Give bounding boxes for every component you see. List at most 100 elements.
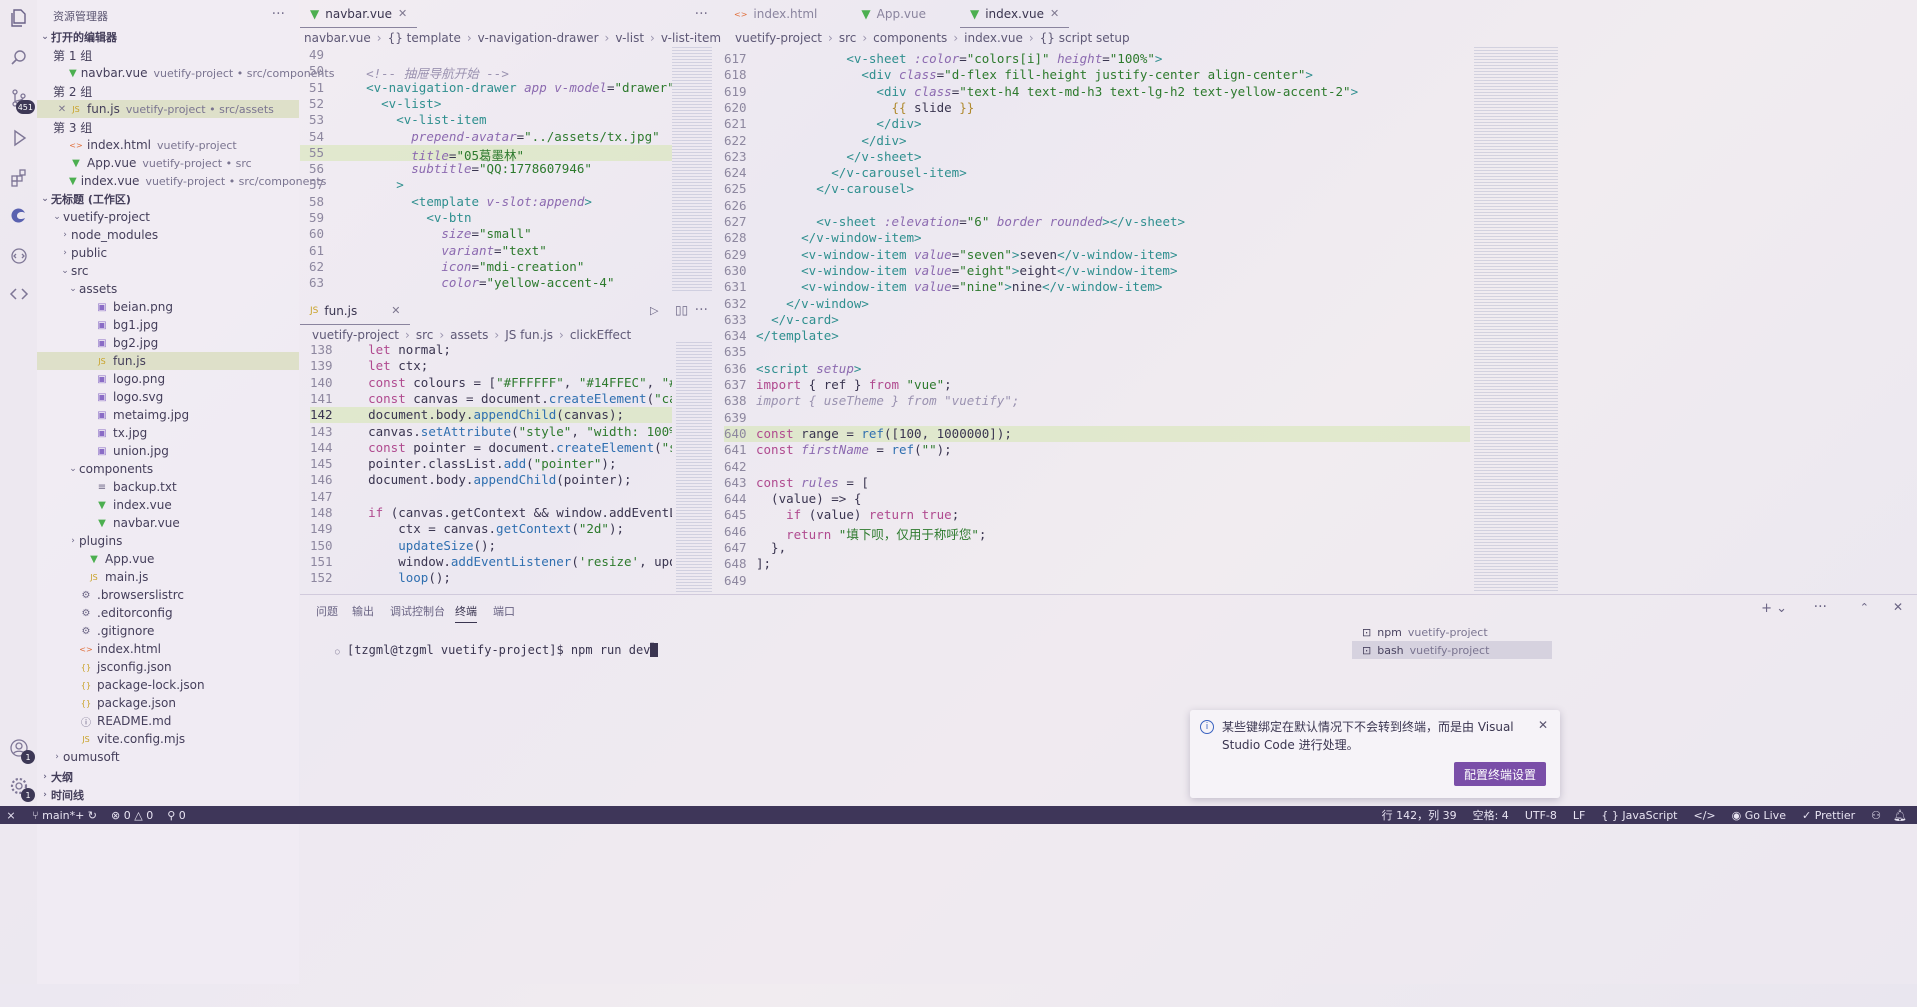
breadcrumb-item[interactable]: {} template — [388, 31, 461, 45]
workspace-section[interactable]: ⌄ 无标题 (工作区) — [37, 190, 299, 208]
tree-item[interactable]: ▼ App.vue — [37, 550, 299, 568]
tree-item[interactable]: ▣ logo.svg — [37, 388, 299, 406]
panel-tab[interactable]: 端口 — [493, 603, 515, 619]
tab-app-vue[interactable]: ▼ App.vue — [851, 0, 936, 28]
outline-section[interactable]: › 大纲 — [37, 768, 299, 786]
more-actions-icon[interactable]: ··· — [1814, 599, 1827, 615]
tab-fun-js[interactable]: JS fun.js ✕ — [300, 297, 411, 325]
editor-group-label[interactable]: 第 3 组 — [37, 118, 299, 136]
remote-explorer-icon[interactable] — [9, 246, 29, 266]
gear-icon[interactable]: 1 — [9, 776, 35, 802]
open-editor-item[interactable]: ▼ navbar.vue vuetify-project • src/compone… — [37, 64, 334, 82]
breadcrumb-item[interactable]: assets — [450, 328, 488, 342]
tree-item[interactable]: ▣ bg2.jpg — [37, 334, 299, 352]
tree-item[interactable]: ▼ index.vue — [37, 496, 299, 514]
tree-item[interactable]: ▼ navbar.vue — [37, 514, 299, 532]
panel-tab[interactable]: 终端 — [455, 603, 477, 623]
tree-item[interactable]: ⚙ .gitignore — [37, 622, 299, 640]
breadcrumb-item[interactable]: components — [873, 31, 947, 45]
cursor-position[interactable]: 行 142，列 39 — [1382, 807, 1457, 823]
tree-item[interactable]: ⌄ assets — [37, 280, 299, 298]
indentation[interactable]: 空格: 4 — [1473, 807, 1509, 823]
tree-item[interactable]: {} package.json — [37, 694, 299, 712]
code-icon[interactable] — [9, 284, 29, 304]
tree-item[interactable]: ≡ backup.txt — [37, 478, 299, 496]
breadcrumb-item[interactable]: navbar.vue — [304, 31, 371, 45]
close-icon[interactable]: ✕ — [1050, 7, 1059, 20]
ports-status[interactable]: ⚲ 0 — [167, 809, 186, 822]
tree-item[interactable]: {} package-lock.json — [37, 676, 299, 694]
open-editor-item[interactable]: ▼ App.vue vuetify-project • src — [37, 154, 299, 172]
minimap[interactable] — [672, 47, 712, 292]
branch-status[interactable]: ⑂ main*+ ↻ — [32, 809, 97, 822]
tree-item[interactable]: ⚙ .browserslistrc — [37, 586, 299, 604]
remote-icon[interactable]: ⨯ — [0, 809, 22, 822]
breadcrumb-item[interactable]: v-list-item — [661, 31, 721, 45]
prettier-button[interactable]: ✓ Prettier — [1802, 809, 1855, 822]
breadcrumb-item[interactable]: vuetify-project — [735, 31, 822, 45]
terminal-instance[interactable]: ⊡ npm vuetify-project — [1352, 623, 1552, 641]
panel-tab[interactable]: 问题 — [316, 603, 338, 619]
editor-group-label[interactable]: 第 2 组 — [37, 82, 299, 100]
more-actions-icon[interactable]: ··· — [272, 6, 285, 22]
breadcrumb-item[interactable]: src — [416, 328, 434, 342]
panel-tab[interactable]: 输出 — [352, 603, 374, 619]
panel-tab[interactable]: 调试控制台 — [390, 603, 445, 619]
open-editor-item[interactable]: ✕ JS fun.js vuetify-project • src/assets — [37, 100, 299, 118]
line-ending[interactable]: LF — [1573, 809, 1585, 822]
close-panel-icon[interactable]: ✕ — [1893, 600, 1903, 614]
breadcrumb-item[interactable]: index.vue — [964, 31, 1023, 45]
tree-item[interactable]: JS fun.js — [37, 352, 299, 370]
breadcrumb-item[interactable]: v-navigation-drawer — [478, 31, 599, 45]
tab-navbar-vue[interactable]: ▼ navbar.vue ✕ — [300, 0, 418, 28]
code-icon[interactable]: </> — [1694, 809, 1716, 822]
notifications-bell-icon[interactable]: 🔔︎ — [1893, 809, 1907, 822]
extensions-icon[interactable] — [9, 168, 29, 188]
close-icon[interactable]: ✕ — [1538, 718, 1548, 732]
breadcrumb-item[interactable]: clickEffect — [570, 328, 631, 342]
tree-item[interactable]: ▣ metaimg.jpg — [37, 406, 299, 424]
copilot-icon[interactable]: ⚇ — [1871, 809, 1881, 822]
open-editor-item[interactable]: ▼ index.vue vuetify-project • src/componen… — [37, 172, 326, 190]
source-control-icon[interactable]: 451 — [9, 88, 35, 114]
tree-item[interactable]: ▣ tx.jpg — [37, 424, 299, 442]
tree-item[interactable]: JS main.js — [37, 568, 299, 586]
breadcrumb-item[interactable]: {} script setup — [1040, 31, 1130, 45]
tree-item[interactable]: › node_modules — [37, 226, 299, 244]
tree-item[interactable]: {} jsconfig.json — [37, 658, 299, 676]
close-icon[interactable]: ✕ — [398, 7, 407, 20]
breadcrumb-item[interactable]: v-list — [615, 31, 644, 45]
tree-item[interactable]: ⌄ components — [37, 460, 299, 478]
terminal-instance[interactable]: ⊡ bash vuetify-project — [1352, 641, 1552, 659]
go-live-button[interactable]: ◉ Go Live — [1732, 809, 1786, 822]
breadcrumb-item[interactable]: vuetify-project — [312, 328, 399, 342]
editor-group-label[interactable]: 第 1 组 — [37, 46, 299, 64]
tree-item[interactable]: ⌄ vuetify-project — [37, 208, 299, 226]
code-editor-navbar[interactable]: 49 50 <!-- 抽屉导航开始 --> 51 <v-navigation-dra… — [300, 47, 672, 292]
run-debug-icon[interactable] — [9, 128, 29, 148]
edge-tools-icon[interactable] — [9, 206, 29, 226]
open-editors-section[interactable]: ⌄ 打开的编辑器 — [37, 28, 299, 46]
tree-item[interactable]: › public — [37, 244, 299, 262]
encoding[interactable]: UTF-8 — [1525, 809, 1557, 822]
tree-item[interactable]: ▣ union.jpg — [37, 442, 299, 460]
tree-item[interactable]: ▣ bg1.jpg — [37, 316, 299, 334]
tree-item[interactable]: ▣ logo.png — [37, 370, 299, 388]
explorer-icon[interactable] — [9, 8, 29, 28]
tree-item[interactable]: ⚙ .editorconfig — [37, 604, 299, 622]
close-icon[interactable]: ✕ — [391, 304, 400, 317]
code-editor-fun[interactable]: 138 let normal; 139 let ctx; 140 const col… — [310, 342, 672, 592]
tab-index-html[interactable]: <> index.html — [724, 0, 827, 28]
tab-index-vue[interactable]: ▼ index.vue ✕ — [959, 0, 1070, 28]
configure-terminal-button[interactable]: 配置终端设置 — [1453, 762, 1546, 786]
search-icon[interactable] — [9, 48, 29, 68]
open-editor-item[interactable]: <> index.html vuetify-project — [37, 136, 299, 154]
tree-item[interactable]: ⓘ README.md — [37, 712, 299, 730]
run-icon[interactable]: ▷ — [650, 304, 658, 317]
tree-item[interactable]: ⌄ src — [37, 262, 299, 280]
tree-item[interactable]: ▣ beian.png — [37, 298, 299, 316]
split-editor-icon[interactable]: ▯▯ — [675, 303, 688, 317]
tree-item[interactable]: › oumusoft — [37, 748, 299, 766]
minimap[interactable] — [676, 342, 712, 592]
maximize-panel-icon[interactable]: ⌃ — [1860, 601, 1869, 614]
